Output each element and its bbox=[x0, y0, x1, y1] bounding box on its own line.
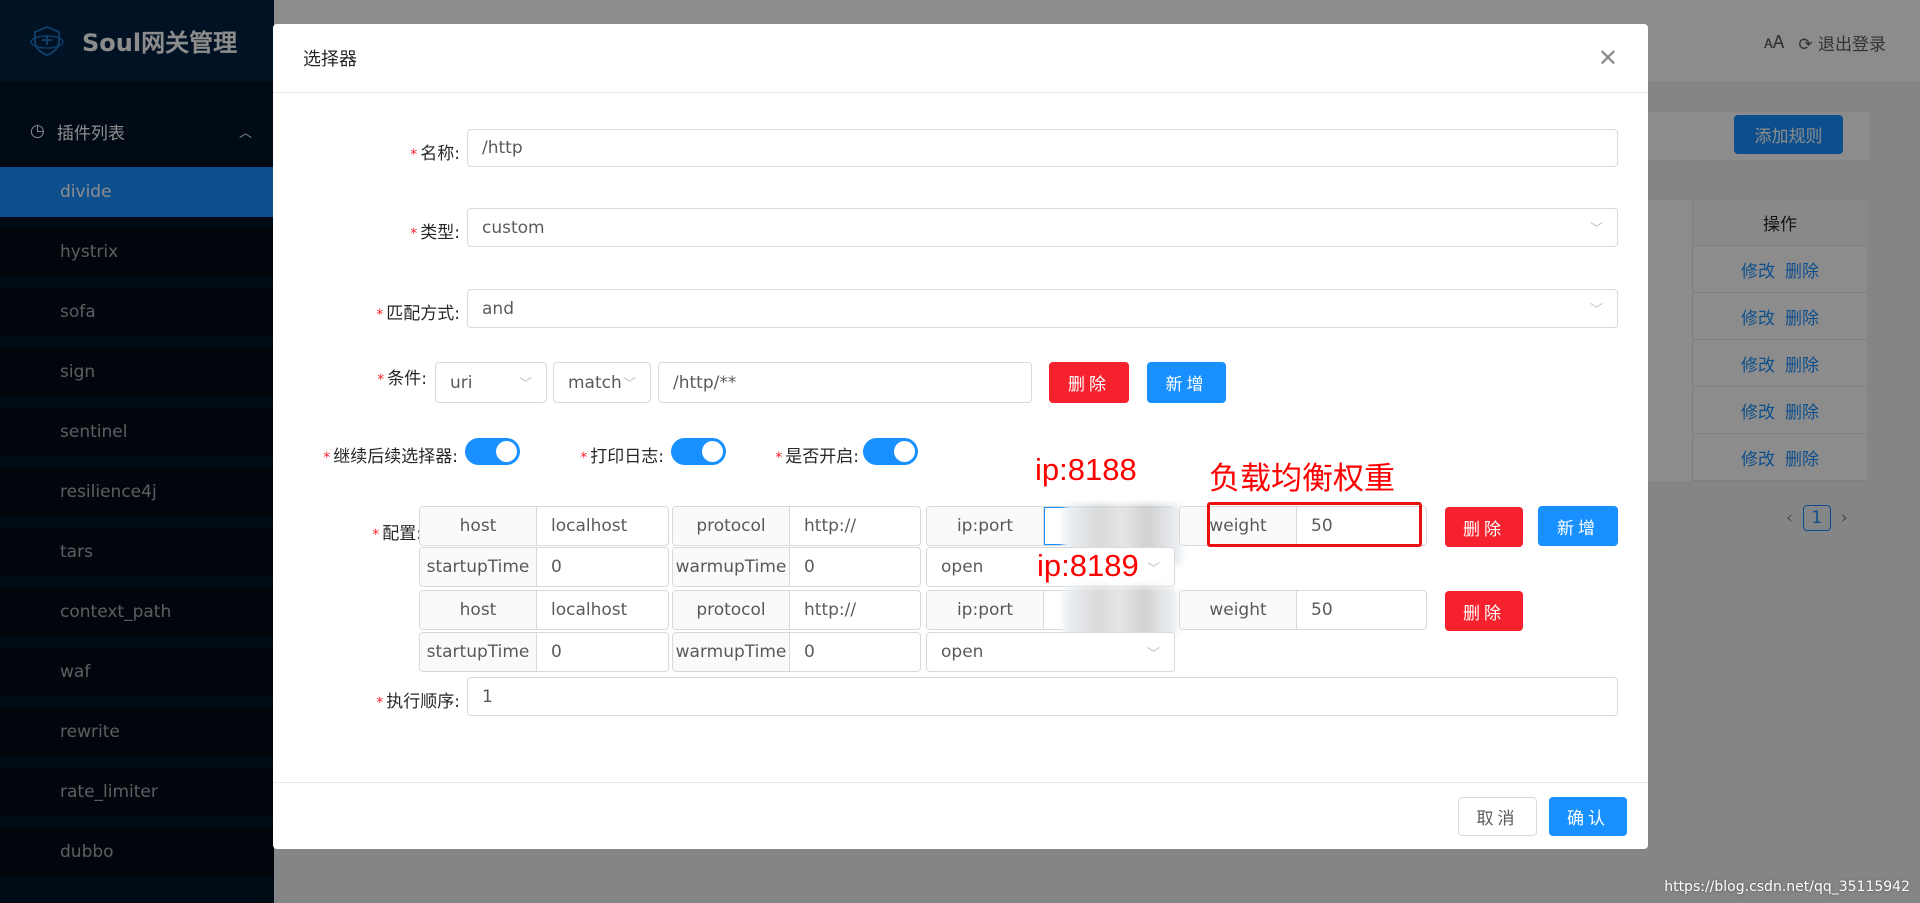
continue-label: * 继续后续选择器: bbox=[323, 447, 458, 467]
log-toggle[interactable] bbox=[671, 438, 726, 465]
condition-param-select[interactable]: uri ﹀ bbox=[435, 362, 547, 403]
upstream-add-button[interactable]: 新增 bbox=[1538, 506, 1618, 546]
upstream-delete-button[interactable]: 删除 bbox=[1445, 507, 1523, 547]
match-mode-label: * 匹配方式: bbox=[376, 304, 460, 324]
modal-title: 选择器 bbox=[303, 49, 357, 70]
weight-field: weight 50 bbox=[1179, 590, 1427, 630]
chevron-down-icon: ﹀ bbox=[1146, 646, 1160, 662]
chevron-down-icon: ﹀ bbox=[1589, 222, 1603, 237]
watermark: https://blog.csdn.net/qq_35115942 bbox=[1664, 879, 1910, 895]
warmup-time-field: warmupTime 0 bbox=[672, 547, 921, 587]
name-label: * 名称: bbox=[410, 144, 460, 164]
enabled-toggle[interactable] bbox=[863, 438, 918, 465]
annotation-ip2: ip:8189 bbox=[1037, 548, 1139, 583]
warmup-time-field: warmupTime 0 bbox=[672, 632, 921, 672]
order-input[interactable]: 1 bbox=[467, 677, 1618, 716]
annotation-weight-note: 负载均衡权重 bbox=[1209, 461, 1395, 496]
annotation-highlight-box bbox=[1207, 502, 1422, 547]
condition-add-button[interactable]: 新增 bbox=[1147, 362, 1226, 403]
condition-value-input[interactable]: /http/** bbox=[658, 362, 1032, 403]
startup-time-field: startupTime 0 bbox=[419, 547, 669, 587]
blurred-ip bbox=[1063, 587, 1178, 637]
protocol-field: protocol http:// bbox=[672, 590, 921, 630]
chevron-down-icon: ﹀ bbox=[1589, 303, 1603, 318]
chevron-down-icon: ﹀ bbox=[1146, 561, 1160, 577]
order-label: * 执行顺序: bbox=[376, 692, 460, 712]
type-label: * 类型: bbox=[410, 223, 460, 243]
startup-time-field: startupTime 0 bbox=[419, 632, 669, 672]
condition-delete-button[interactable]: 删除 bbox=[1049, 362, 1129, 403]
continue-toggle[interactable] bbox=[465, 438, 520, 465]
annotation-ip1: ip:8188 bbox=[1035, 452, 1137, 487]
config-label: * 配置: bbox=[372, 524, 422, 544]
condition-label: * 条件: bbox=[377, 369, 427, 389]
name-input[interactable]: /http bbox=[467, 129, 1618, 167]
chevron-down-icon: ﹀ bbox=[622, 377, 636, 392]
enabled-label: * 是否开启: bbox=[775, 447, 859, 467]
footer-divider bbox=[273, 782, 1648, 783]
close-icon[interactable]: ✕ bbox=[1598, 44, 1618, 72]
host-field: host localhost bbox=[419, 506, 669, 546]
match-mode-select[interactable]: and ﹀ bbox=[467, 289, 1618, 328]
chevron-down-icon: ﹀ bbox=[518, 377, 532, 392]
confirm-button[interactable]: 确认 bbox=[1549, 797, 1627, 836]
cancel-button[interactable]: 取消 bbox=[1458, 797, 1537, 836]
log-label: * 打印日志: bbox=[580, 447, 664, 467]
selector-modal: 选择器 ✕ * 名称: /http * 类型: custom ﹀ * 匹配方式: and… bbox=[273, 24, 1648, 849]
status-select[interactable]: open ﹀ bbox=[926, 632, 1175, 672]
type-select[interactable]: custom ﹀ bbox=[467, 208, 1618, 247]
condition-operator-select[interactable]: match ﹀ bbox=[553, 362, 651, 403]
upstream-delete-button[interactable]: 删除 bbox=[1445, 591, 1523, 631]
protocol-field: protocol http:// bbox=[672, 506, 921, 546]
host-field: host localhost bbox=[419, 590, 669, 630]
